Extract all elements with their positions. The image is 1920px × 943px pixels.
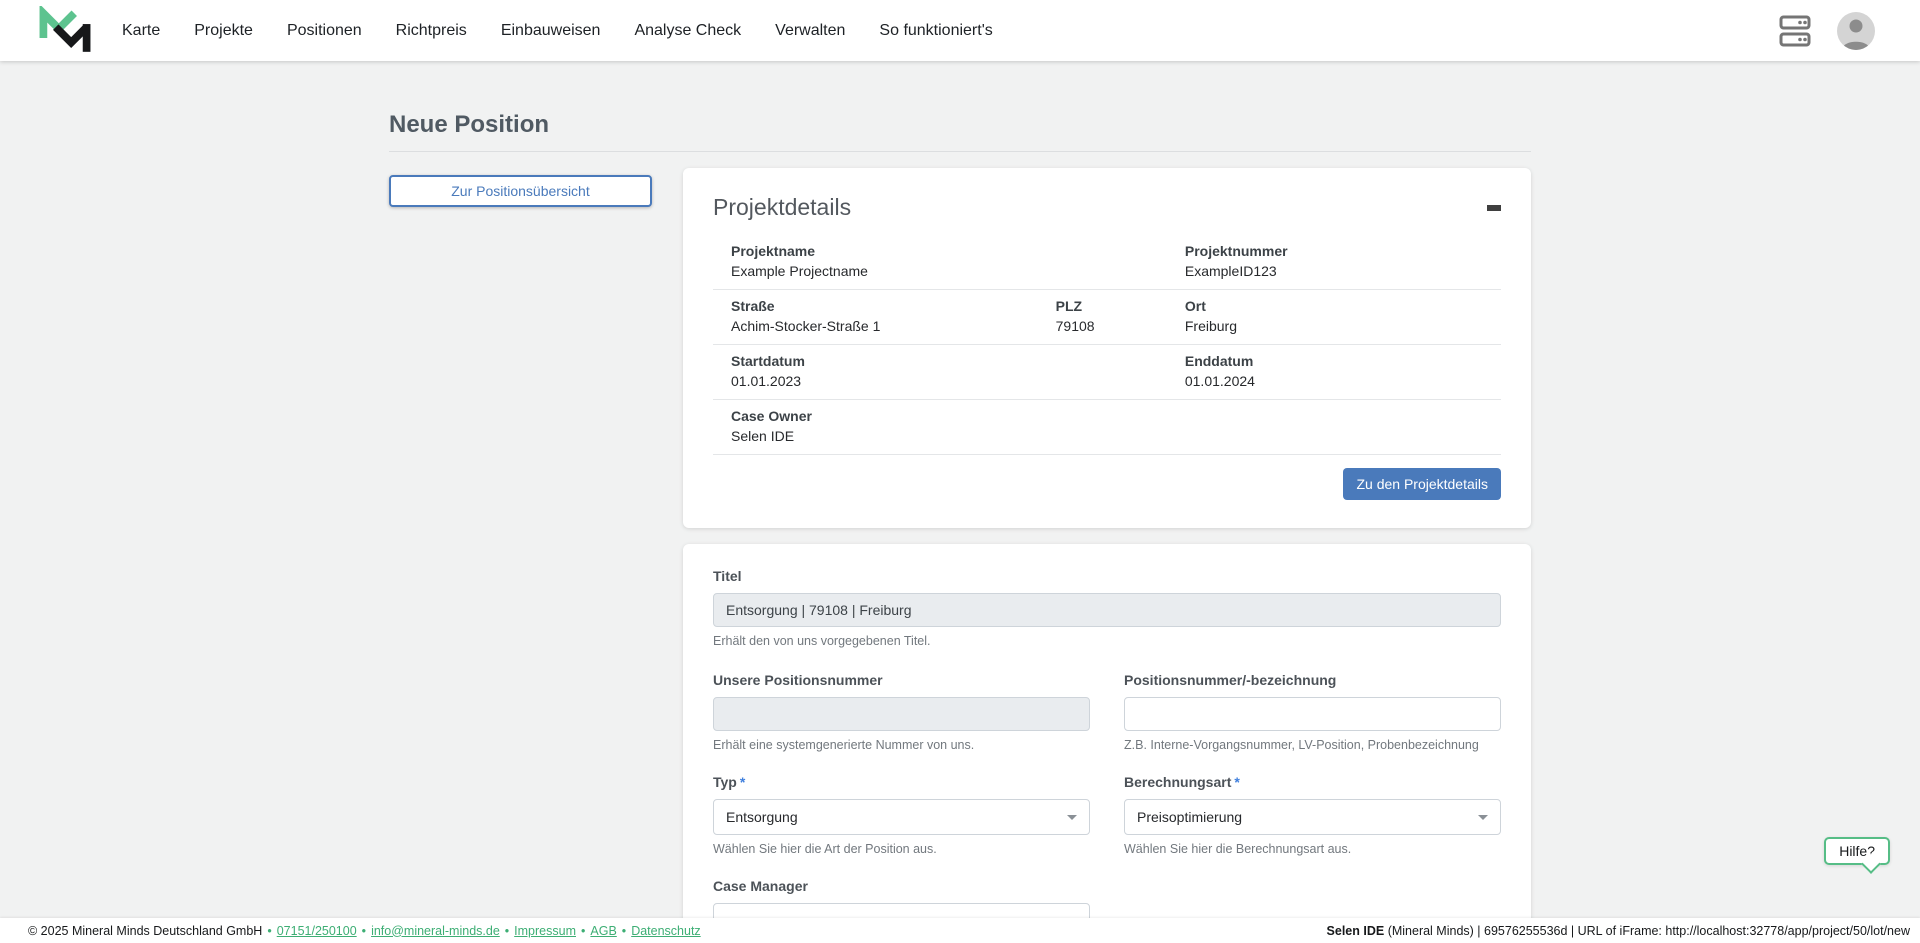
positionsnummer-helper: Z.B. Interne-Vorgangsnummer, LV-Position… <box>1124 738 1501 752</box>
required-asterisk: * <box>740 774 745 790</box>
footer-link-phone[interactable]: 07151/250100 <box>277 924 357 938</box>
plz-value: 79108 <box>1056 318 1167 334</box>
projektnummer-label: Projektnummer <box>1185 243 1501 259</box>
positionsnummer-input[interactable] <box>1124 697 1501 731</box>
user-avatar[interactable] <box>1837 12 1875 50</box>
footer-separator: • <box>622 924 626 938</box>
case-owner-value: Selen IDE <box>731 428 1501 444</box>
unsere-positionsnummer-input <box>713 697 1090 731</box>
nav-item-richtpreis[interactable]: Richtpreis <box>396 22 467 40</box>
ort-value: Freiburg <box>1185 318 1501 334</box>
main-nav: Karte Projekte Positionen Richtpreis Ein… <box>122 22 993 40</box>
page-title: Neue Position <box>389 111 1531 139</box>
mineral-minds-logo-icon[interactable] <box>38 6 92 56</box>
collapse-card-button[interactable] <box>1483 199 1501 217</box>
nav-item-projekte[interactable]: Projekte <box>194 22 253 40</box>
ort-label: Ort <box>1185 298 1501 314</box>
project-details-card: Projektdetails Projektname Example Proje… <box>683 168 1531 528</box>
project-details-title: Projektdetails <box>713 194 851 221</box>
server-stack-icon[interactable] <box>1779 14 1811 48</box>
person-icon <box>1837 12 1875 50</box>
typ-select[interactable]: Entsorgung <box>713 799 1090 835</box>
footer-link-agb[interactable]: AGB <box>590 924 616 938</box>
unsere-positionsnummer-helper: Erhält eine systemgenerierte Nummer von … <box>713 738 1090 752</box>
typ-label: Typ* <box>713 774 1090 790</box>
berechnungsart-select[interactable]: Preisoptimierung <box>1124 799 1501 835</box>
titel-input <box>713 593 1501 627</box>
positionsnummer-label: Positionsnummer/-bezeichnung <box>1124 672 1501 688</box>
strasse-value: Achim-Stocker-Straße 1 <box>731 318 1038 334</box>
footer-copyright: © 2025 Mineral Minds Deutschland GmbH <box>28 924 262 938</box>
titel-helper: Erhält den von uns vorgegebenen Titel. <box>713 634 1501 648</box>
footer-separator: • <box>362 924 366 938</box>
strasse-label: Straße <box>731 298 1038 314</box>
typ-selected-value: Entsorgung <box>726 809 798 825</box>
details-row-dates: Startdatum 01.01.2023 Enddatum 01.01.202… <box>713 345 1501 400</box>
title-divider <box>389 151 1531 152</box>
chevron-down-icon <box>1478 815 1488 820</box>
top-navbar: Karte Projekte Positionen Richtpreis Ein… <box>0 0 1920 61</box>
footer: © 2025 Mineral Minds Deutschland GmbH • … <box>0 918 1920 943</box>
footer-link-email[interactable]: info@mineral-minds.de <box>371 924 500 938</box>
footer-link-datenschutz[interactable]: Datenschutz <box>631 924 700 938</box>
projektname-value: Example Projectname <box>731 263 1167 279</box>
footer-session-detail: (Mineral Minds) | 69576255536d | URL of … <box>1384 924 1910 938</box>
footer-session-info: Selen IDE (Mineral Minds) | 69576255536d… <box>1327 924 1910 938</box>
main-content: Neue Position Zur Positionsübersicht Pro… <box>389 61 1531 943</box>
footer-separator: • <box>581 924 585 938</box>
unsere-positionsnummer-label: Unsere Positionsnummer <box>713 672 1090 688</box>
nav-item-einbauweisen[interactable]: Einbauweisen <box>501 22 601 40</box>
footer-separator: • <box>267 924 271 938</box>
enddatum-label: Enddatum <box>1185 353 1501 369</box>
startdatum-value: 01.01.2023 <box>731 373 1167 389</box>
nav-item-so-funktionierts[interactable]: So funktioniert's <box>879 22 992 40</box>
required-asterisk: * <box>1234 774 1239 790</box>
nav-item-analyse-check[interactable]: Analyse Check <box>634 22 741 40</box>
nav-item-positionen[interactable]: Positionen <box>287 22 362 40</box>
plz-label: PLZ <box>1056 298 1167 314</box>
typ-helper: Wählen Sie hier die Art der Position aus… <box>713 842 1090 856</box>
projektnummer-value: ExampleID123 <box>1185 263 1501 279</box>
footer-link-impressum[interactable]: Impressum <box>514 924 576 938</box>
case-owner-label: Case Owner <box>731 408 1501 424</box>
berechnungsart-label: Berechnungsart* <box>1124 774 1501 790</box>
position-overview-button[interactable]: Zur Positionsübersicht <box>389 175 652 207</box>
chevron-down-icon <box>1067 815 1077 820</box>
details-row-owner: Case Owner Selen IDE <box>713 400 1501 455</box>
go-to-project-details-button[interactable]: Zu den Projektdetails <box>1343 468 1501 500</box>
projektname-label: Projektname <box>731 243 1167 259</box>
berechnungsart-helper: Wählen Sie hier die Berechnungsart aus. <box>1124 842 1501 856</box>
startdatum-label: Startdatum <box>731 353 1167 369</box>
berechnungsart-selected-value: Preisoptimierung <box>1137 809 1242 825</box>
nav-item-verwalten[interactable]: Verwalten <box>775 22 845 40</box>
nav-item-karte[interactable]: Karte <box>122 22 160 40</box>
footer-separator: • <box>505 924 509 938</box>
titel-label: Titel <box>713 568 1501 584</box>
new-position-form-card: Titel Erhält den von uns vorgegebenen Ti… <box>683 544 1531 943</box>
enddatum-value: 01.01.2024 <box>1185 373 1501 389</box>
footer-session-user: Selen IDE <box>1327 924 1385 938</box>
case-manager-label: Case Manager <box>713 878 1090 894</box>
details-row-name-number: Projektname Example Projectname Projektn… <box>713 235 1501 290</box>
help-button[interactable]: Hilfe? <box>1824 837 1890 865</box>
minus-icon <box>1487 205 1501 211</box>
details-row-address: Straße Achim-Stocker-Straße 1 PLZ 79108 … <box>713 290 1501 345</box>
